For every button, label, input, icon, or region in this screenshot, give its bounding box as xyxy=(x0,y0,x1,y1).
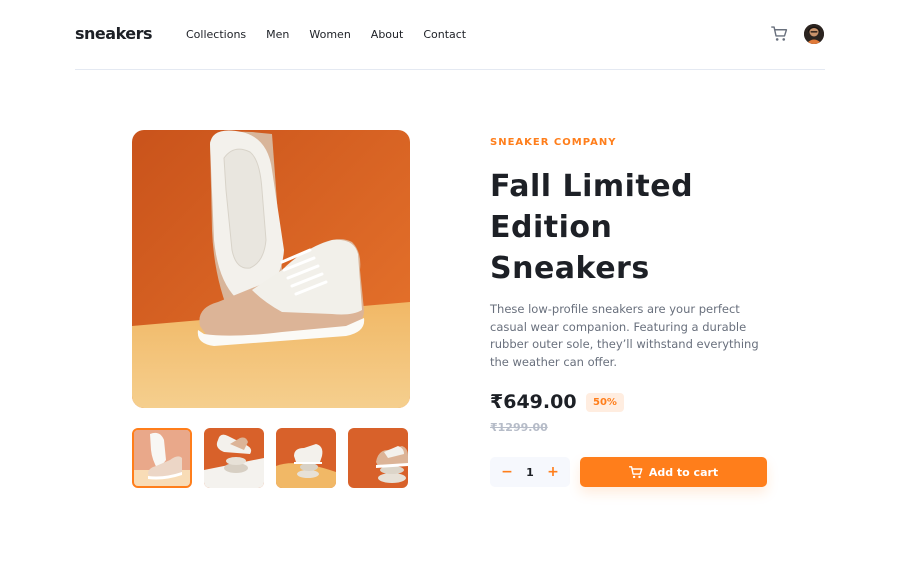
original-price: ₹1299.00 xyxy=(490,421,548,434)
quantity-stepper: − 1 + xyxy=(490,457,570,487)
thumbnail-1[interactable] xyxy=(132,428,192,488)
add-to-cart-label: Add to cart xyxy=(648,465,719,479)
current-price: ₹649.00 xyxy=(490,391,577,413)
cart-icon[interactable] xyxy=(771,26,788,43)
nav-men[interactable]: Men xyxy=(266,28,289,41)
add-to-cart-button[interactable]: Add to cart xyxy=(580,457,767,487)
site-header: sneakers Collections Men Women About Con… xyxy=(75,0,825,70)
nav-about[interactable]: About xyxy=(371,28,404,41)
product-title: Fall Limited Edition Sneakers xyxy=(490,169,694,286)
company-label: SNEAKER COMPANY xyxy=(490,137,617,148)
main-product-image[interactable] xyxy=(132,130,410,408)
thumbnail-strip xyxy=(132,428,420,488)
thumbnail-3[interactable] xyxy=(276,428,336,488)
nav-women[interactable]: Women xyxy=(309,28,350,41)
discount-badge: 50% xyxy=(586,393,624,412)
product-description: These low-profile sneakers are your perf… xyxy=(490,302,759,369)
thumbnail-4[interactable] xyxy=(348,428,408,488)
thumbnail-2[interactable] xyxy=(204,428,264,488)
nav-contact[interactable]: Contact xyxy=(423,28,466,41)
user-avatar[interactable] xyxy=(804,24,824,44)
decrease-quantity-button[interactable]: − xyxy=(500,464,514,480)
main-nav: Collections Men Women About Contact xyxy=(186,28,486,41)
cart-icon xyxy=(628,465,643,478)
logo[interactable]: sneakers xyxy=(75,24,153,43)
increase-quantity-button[interactable]: + xyxy=(546,464,560,480)
nav-collections[interactable]: Collections xyxy=(186,28,246,41)
quantity-value: 1 xyxy=(526,465,534,479)
